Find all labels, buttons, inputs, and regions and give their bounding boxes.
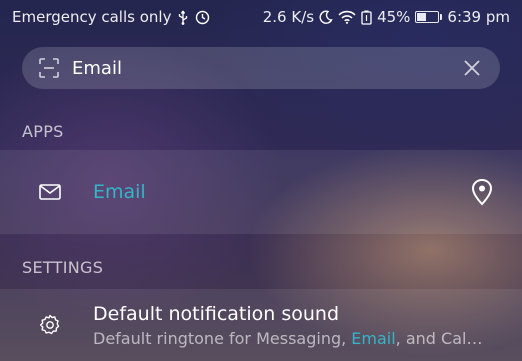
subtitle-prefix: Default ringtone for Messaging, [93,328,352,348]
setting-subtitle: Default ringtone for Messaging, Email, a… [93,329,495,348]
usb-icon [177,10,189,25]
apps-section-header: APPS [22,122,64,141]
battery-percent: 45% [377,8,411,26]
setting-result-notification-sound[interactable]: Default notification sound Default ringt… [0,289,522,361]
settings-section-header: SETTINGS [22,258,104,277]
app-title: Email [93,181,146,203]
status-bar: Emergency calls only 2.6 K/s 45% 6:39 pm [0,0,522,34]
moon-icon [319,10,333,24]
setting-title: Default notification sound [93,302,340,325]
carrier-text: Emergency calls only [12,8,172,26]
gear-icon [35,310,65,340]
status-right: 2.6 K/s 45% 6:39 pm [263,8,510,26]
close-icon[interactable] [458,54,486,82]
status-left: Emergency calls only [12,8,210,26]
sync-icon [195,10,210,25]
scan-icon[interactable] [36,55,62,81]
clock: 6:39 pm [447,8,510,26]
battery-saver-icon [361,10,372,25]
mail-icon [35,177,65,207]
location-pin-icon[interactable] [468,178,496,206]
battery-icon [415,11,443,23]
wifi-icon [338,10,356,24]
subtitle-highlight: Email [351,328,396,348]
network-speed: 2.6 K/s [262,8,315,26]
setting-text: Default notification sound Default ringt… [93,303,495,348]
app-result-email[interactable]: Email [0,150,522,234]
search-bar[interactable] [22,47,500,89]
search-input[interactable] [72,57,458,79]
subtitle-suffix: , and Cal… [395,328,483,348]
